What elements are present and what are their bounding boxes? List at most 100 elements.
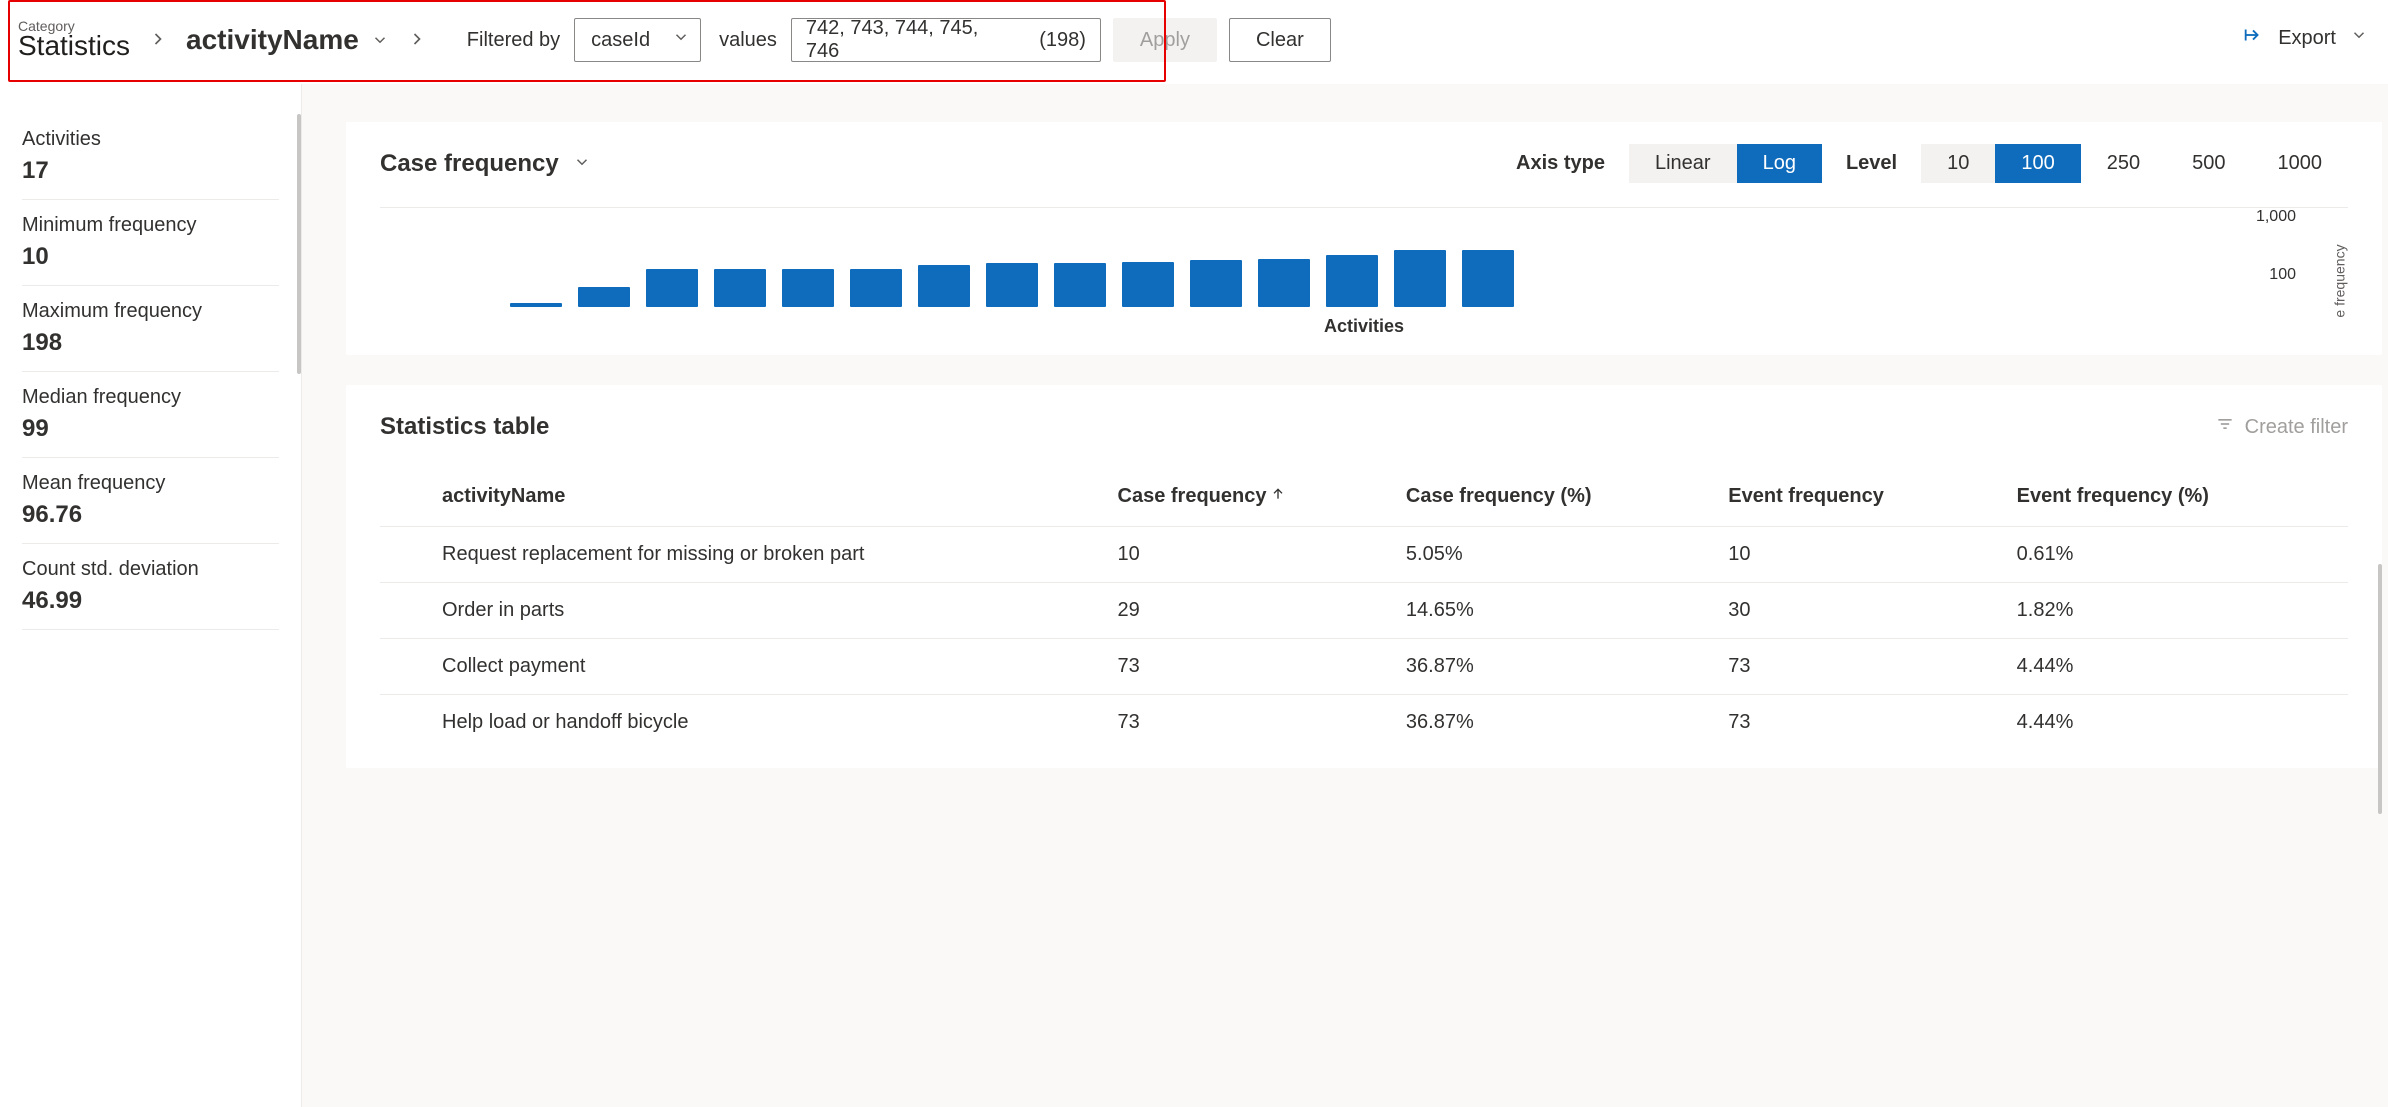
table-row[interactable]: Help load or handoff bicycle7336.87%734.… xyxy=(380,695,2348,751)
stat-item: Activities 17 xyxy=(22,114,279,200)
chart-bar[interactable] xyxy=(1258,259,1310,307)
chart-bar[interactable] xyxy=(646,269,698,307)
table-cell: 73 xyxy=(1720,639,2008,695)
table-cell: 10 xyxy=(1110,527,1398,583)
breadcrumb-filter-bar: Category Statistics activityName Filtere… xyxy=(0,0,2388,84)
chevron-down-icon xyxy=(2350,26,2368,50)
chart-ylabel: e frequency xyxy=(2331,244,2347,317)
filter-values-text: 742, 743, 744, 745, 746 xyxy=(806,17,999,63)
table-cell: 5.05% xyxy=(1398,527,1720,583)
chart-bar[interactable] xyxy=(782,269,834,307)
table-cell: 36.87% xyxy=(1398,695,1720,751)
create-filter-label: Create filter xyxy=(2245,416,2348,439)
level-option-100[interactable]: 100 xyxy=(1995,144,2080,183)
export-label: Export xyxy=(2278,27,2336,50)
stat-value: 198 xyxy=(22,329,279,357)
chevron-down-icon xyxy=(672,28,690,52)
chart-title-dropdown[interactable]: Case frequency xyxy=(380,150,591,178)
column-header[interactable]: Event frequency (%) xyxy=(2009,469,2348,527)
level-toggle: 101002505001000 xyxy=(1921,144,2348,183)
table-cell: 10 xyxy=(1720,527,2008,583)
breadcrumb-activity[interactable]: activityName xyxy=(186,24,389,56)
chart-bar[interactable] xyxy=(578,287,630,307)
axis-option-linear[interactable]: Linear xyxy=(1629,144,1737,183)
table-row[interactable]: Collect payment7336.87%734.44% xyxy=(380,639,2348,695)
export-button[interactable]: Export xyxy=(2242,24,2368,52)
values-label: values xyxy=(719,29,777,52)
chart-bar[interactable] xyxy=(1462,250,1514,307)
stat-value: 46.99 xyxy=(22,587,279,615)
table-cell: 1.82% xyxy=(2009,583,2348,639)
main-scrollbar[interactable] xyxy=(2378,564,2382,814)
statistics-table-panel: Statistics table Create filter activityN… xyxy=(346,385,2382,768)
table-cell: 73 xyxy=(1110,639,1398,695)
table-cell: Order in parts xyxy=(380,583,1110,639)
stat-item: Maximum frequency 198 xyxy=(22,286,279,372)
filter-values-input[interactable]: 742, 743, 744, 745, 746 (198) xyxy=(791,18,1101,62)
chart-title-label: Case frequency xyxy=(380,150,559,178)
column-header[interactable]: activityName xyxy=(380,469,1110,527)
filter-icon xyxy=(2215,414,2235,440)
body: Activities17Minimum frequency10Maximum f… xyxy=(0,84,2388,1107)
table-cell: 29 xyxy=(1110,583,1398,639)
chart-bar[interactable] xyxy=(1394,250,1446,307)
column-header[interactable]: Case frequency (%) xyxy=(1398,469,1720,527)
axis-type-label: Axis type xyxy=(1516,152,1605,175)
table-cell: Request replacement for missing or broke… xyxy=(380,527,1110,583)
breadcrumb-category[interactable]: Category Statistics xyxy=(18,18,130,62)
chevron-right-icon xyxy=(148,29,168,52)
chart-panel: Case frequency Axis type LinearLog Level… xyxy=(346,122,2382,355)
chart-bar[interactable] xyxy=(510,303,562,307)
chart-ytick: 1,000 xyxy=(2256,208,2296,226)
stat-label: Maximum frequency xyxy=(22,300,279,323)
stat-value: 17 xyxy=(22,157,279,185)
sort-ascending-icon xyxy=(1270,485,1286,507)
table-cell: 4.44% xyxy=(2009,639,2348,695)
stat-label: Count std. deviation xyxy=(22,558,279,581)
sidebar-scrollbar[interactable] xyxy=(297,114,301,374)
breadcrumb-activity-label: activityName xyxy=(186,24,359,56)
chart-bar[interactable] xyxy=(986,263,1038,307)
filter-values-count: (198) xyxy=(1039,29,1086,52)
chart-bar[interactable] xyxy=(918,265,970,307)
chart-bar[interactable] xyxy=(850,269,902,307)
column-header[interactable]: Case frequency xyxy=(1110,469,1398,527)
table-row[interactable]: Order in parts2914.65%301.82% xyxy=(380,583,2348,639)
level-option-10[interactable]: 10 xyxy=(1921,144,1995,183)
chart-bar[interactable] xyxy=(714,269,766,307)
stat-value: 10 xyxy=(22,243,279,271)
stat-item: Count std. deviation 46.99 xyxy=(22,544,279,630)
level-option-500[interactable]: 500 xyxy=(2166,144,2251,183)
clear-button[interactable]: Clear xyxy=(1229,18,1331,62)
table-row[interactable]: Request replacement for missing or broke… xyxy=(380,527,2348,583)
level-option-250[interactable]: 250 xyxy=(2081,144,2166,183)
column-header[interactable]: Event frequency xyxy=(1720,469,2008,527)
chart-bar[interactable] xyxy=(1054,263,1106,307)
axis-type-toggle: LinearLog xyxy=(1629,144,1822,183)
stats-sidebar: Activities17Minimum frequency10Maximum f… xyxy=(0,84,302,1107)
statistics-table: activityNameCase frequencyCase frequency… xyxy=(380,469,2348,750)
filter-field-select[interactable]: caseId xyxy=(574,18,701,62)
stat-label: Activities xyxy=(22,128,279,151)
create-filter-button[interactable]: Create filter xyxy=(2215,414,2348,440)
level-label: Level xyxy=(1846,152,1897,175)
filter-field-value: caseId xyxy=(591,29,650,52)
main-content: Case frequency Axis type LinearLog Level… xyxy=(302,84,2388,1107)
table-cell: 4.44% xyxy=(2009,695,2348,751)
stat-value: 99 xyxy=(22,415,279,443)
stat-item: Minimum frequency10 xyxy=(22,200,279,286)
chart-bar[interactable] xyxy=(1122,262,1174,307)
chevron-down-icon xyxy=(573,150,591,178)
chart-bar[interactable] xyxy=(1190,260,1242,307)
axis-option-log[interactable]: Log xyxy=(1737,144,1822,183)
table-cell: 36.87% xyxy=(1398,639,1720,695)
filtered-by-label: Filtered by xyxy=(467,29,560,52)
chart-area: 1,000 100 e frequency Activities xyxy=(380,207,2348,337)
stat-value: 96.76 xyxy=(22,501,279,529)
level-option-1000[interactable]: 1000 xyxy=(2252,144,2349,183)
chart-bar[interactable] xyxy=(1326,255,1378,307)
table-cell: Help load or handoff bicycle xyxy=(380,695,1110,751)
apply-button[interactable]: Apply xyxy=(1113,18,1217,62)
category-value: Statistics xyxy=(18,30,130,62)
table-cell: 0.61% xyxy=(2009,527,2348,583)
